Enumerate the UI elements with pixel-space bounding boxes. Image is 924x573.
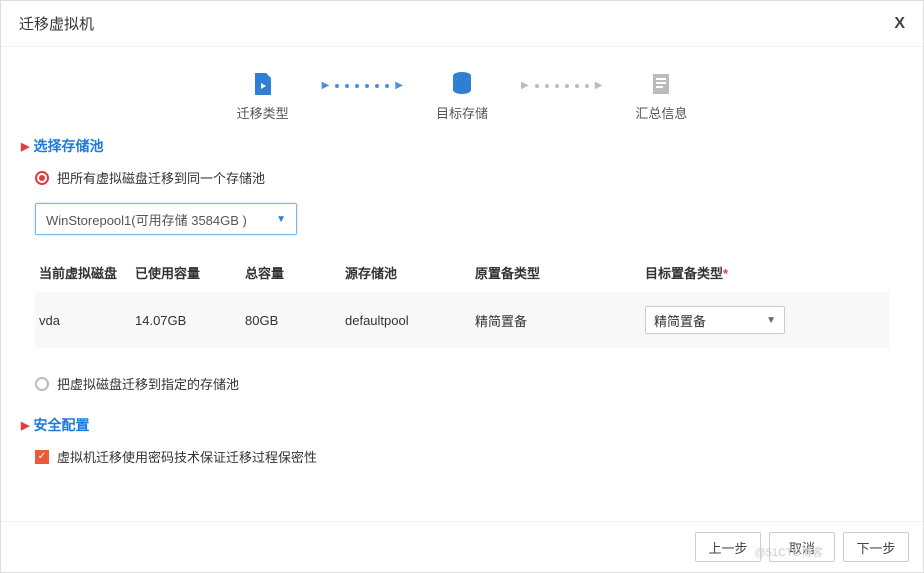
triangle-icon: ▶: [21, 419, 29, 432]
summary-icon: [646, 69, 676, 99]
col-target-type: 目标置备类型*: [645, 263, 889, 282]
step-label: 汇总信息: [635, 103, 687, 122]
radio-label: 把所有虚拟磁盘迁移到同一个存储池: [57, 168, 265, 187]
step-migration-type: 迁移类型: [218, 69, 308, 122]
radio-icon: [35, 171, 49, 185]
col-orig-type: 原置备类型: [475, 263, 645, 282]
cell-total: 80GB: [245, 313, 345, 328]
cell-src: defaultpool: [345, 313, 475, 328]
col-src: 源存储池: [345, 263, 475, 282]
close-button[interactable]: X: [894, 15, 905, 33]
radio-label: 把虚拟磁盘迁移到指定的存储池: [57, 374, 239, 393]
col-total: 总容量: [245, 263, 345, 282]
step-connector: ▶▶: [521, 80, 602, 91]
radio-icon: [35, 377, 49, 391]
document-icon: [248, 69, 278, 99]
chevron-down-icon: ▼: [766, 315, 776, 326]
dialog-header: 迁移虚拟机 X: [1, 1, 923, 47]
select-value: 精简置备: [654, 311, 706, 330]
target-type-select[interactable]: 精简置备 ▼: [645, 306, 785, 334]
cell-target-type: 精简置备 ▼: [645, 306, 889, 334]
database-icon: [447, 69, 477, 99]
table-row: vda 14.07GB 80GB defaultpool 精简置备 精简置备 ▼: [35, 292, 889, 348]
prev-button[interactable]: 上一步: [695, 532, 761, 562]
col-used: 已使用容量: [135, 263, 245, 282]
security-checkbox[interactable]: ✓ 虚拟机迁移使用密码技术保证迁移过程保密性: [35, 447, 903, 466]
section-storage-pool: ▶ 选择存储池: [21, 136, 903, 156]
step-summary: 汇总信息: [616, 69, 706, 122]
step-label: 迁移类型: [237, 103, 289, 122]
triangle-icon: ▶: [21, 140, 29, 153]
section-title-text: 安全配置: [33, 415, 89, 435]
checkbox-label: 虚拟机迁移使用密码技术保证迁移过程保密性: [57, 447, 317, 466]
select-value: WinStorepool1(可用存储 3584GB ): [46, 210, 247, 229]
disk-table: 当前虚拟磁盘 已使用容量 总容量 源存储池 原置备类型 目标置备类型* vda …: [35, 253, 889, 348]
chevron-down-icon: ▼: [276, 214, 286, 225]
radio-same-pool[interactable]: 把所有虚拟磁盘迁移到同一个存储池: [35, 168, 903, 187]
step-connector: ▶▶: [322, 80, 403, 91]
migrate-vm-dialog: 迁移虚拟机 X 迁移类型 ▶▶ 目标存储 ▶▶ 汇总信息: [0, 0, 924, 573]
storage-pool-select[interactable]: WinStorepool1(可用存储 3584GB ) ▼: [35, 203, 297, 235]
cell-orig-type: 精简置备: [475, 311, 645, 330]
col-disk: 当前虚拟磁盘: [35, 263, 135, 282]
table-header: 当前虚拟磁盘 已使用容量 总容量 源存储池 原置备类型 目标置备类型*: [35, 253, 889, 292]
section-security: ▶ 安全配置: [21, 415, 903, 435]
checkbox-icon: ✓: [35, 450, 49, 464]
dialog-content: ▶ 选择存储池 把所有虚拟磁盘迁移到同一个存储池 WinStorepool1(可…: [1, 128, 923, 466]
cancel-button[interactable]: 取消: [769, 532, 835, 562]
step-target-storage: 目标存储: [417, 69, 507, 122]
radio-each-pool[interactable]: 把虚拟磁盘迁移到指定的存储池: [35, 374, 903, 393]
wizard-steps: 迁移类型 ▶▶ 目标存储 ▶▶ 汇总信息: [1, 47, 923, 128]
step-label: 目标存储: [436, 103, 488, 122]
cell-disk: vda: [35, 313, 135, 328]
cell-used: 14.07GB: [135, 313, 245, 328]
dialog-footer: 上一步 取消 下一步: [1, 521, 923, 572]
section-title-text: 选择存储池: [33, 136, 103, 156]
dialog-title: 迁移虚拟机: [19, 13, 94, 34]
next-button[interactable]: 下一步: [843, 532, 909, 562]
